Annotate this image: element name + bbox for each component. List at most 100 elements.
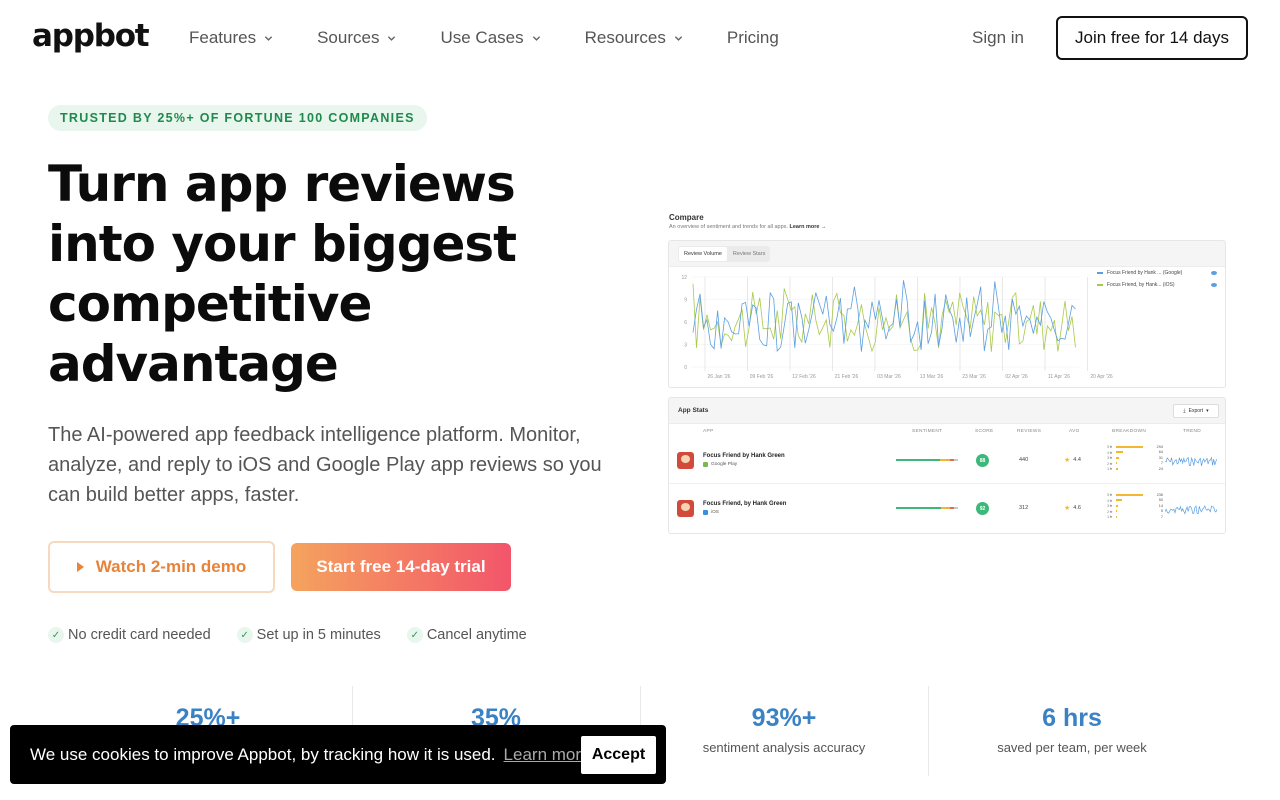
x-tick-label: 03 Mar '26 bbox=[877, 374, 901, 380]
learn-more-link[interactable]: Learn more → bbox=[789, 224, 826, 230]
col-sentiment[interactable]: SENTIMENT bbox=[912, 429, 942, 434]
eye-icon[interactable] bbox=[1211, 271, 1217, 275]
breakdown-bar bbox=[1116, 445, 1143, 448]
dashboard-preview: Compare An overview of sentiment and tre… bbox=[668, 210, 1228, 540]
y-tick-label: 3 bbox=[684, 343, 687, 349]
benefit-label: Set up in 5 minutes bbox=[256, 627, 381, 643]
app-avatar bbox=[677, 500, 694, 517]
stat-item: 6 hrs saved per team, per week bbox=[928, 686, 1216, 776]
breakdown-bar bbox=[1116, 493, 1143, 496]
eye-icon[interactable] bbox=[1211, 283, 1217, 287]
col-reviews[interactable]: REVIEWS bbox=[1017, 429, 1041, 434]
avg-value: 4.6 bbox=[1073, 505, 1081, 511]
legend-label: Focus Friend by Hank ... (Google) bbox=[1107, 270, 1183, 276]
breakdown-star-label: 5★ bbox=[1107, 493, 1113, 498]
breakdown-count: 236 bbox=[1156, 492, 1163, 497]
breakdown-count: 50 bbox=[1158, 498, 1163, 503]
sparkline-path bbox=[1165, 456, 1217, 467]
nav-item-label: Resources bbox=[584, 28, 666, 47]
stat-label: sentiment analysis accuracy bbox=[702, 740, 866, 755]
nav-item-label: Use Cases bbox=[440, 28, 524, 47]
benefit-item: ✓ Cancel anytime bbox=[406, 627, 527, 643]
nav-item-pricing[interactable]: Pricing bbox=[727, 28, 779, 48]
y-tick-label: 9 bbox=[684, 298, 687, 304]
breakdown-bar bbox=[1116, 504, 1118, 507]
compare-subtitle: An overview of sentiment and trends for … bbox=[669, 224, 826, 230]
chevron-down-icon bbox=[264, 35, 273, 41]
sign-in-link[interactable]: Sign in bbox=[972, 28, 1024, 48]
benefit-label: Cancel anytime bbox=[426, 627, 527, 643]
appbot-logo[interactable]: appbot bbox=[32, 18, 150, 54]
stat-label: saved per team, per week bbox=[997, 740, 1147, 755]
breakdown-count: 294 bbox=[1156, 444, 1163, 449]
sentiment-bar bbox=[896, 459, 958, 461]
app-store: iOS bbox=[703, 510, 719, 515]
x-tick-label: 26 Jan '26 bbox=[708, 374, 731, 380]
trend-sparkline bbox=[1165, 505, 1217, 515]
x-tick-label: 13 Mar '26 bbox=[920, 374, 944, 380]
trend-sparkline bbox=[1165, 456, 1217, 467]
breakdown-star-label: 4★ bbox=[1107, 498, 1113, 503]
join-free-button[interactable]: Join free for 14 days bbox=[1056, 16, 1248, 60]
stat-number: 93%+ bbox=[751, 704, 817, 732]
breakdown-star-label: 3★ bbox=[1107, 456, 1113, 461]
legend-item-google[interactable]: Focus Friend by Hank ... (Google) bbox=[1097, 267, 1217, 279]
x-tick-label: 20 Apr '26 bbox=[1090, 374, 1113, 380]
col-score[interactable]: SCORE bbox=[975, 429, 994, 434]
cookie-learn-more-link[interactable]: Learn more bbox=[504, 745, 591, 765]
col-breakdown[interactable]: BREAKDOWN bbox=[1112, 429, 1146, 434]
breakdown-count: 7 bbox=[1160, 461, 1163, 466]
check-icon: ✓ bbox=[236, 627, 253, 643]
nav-item-sources[interactable]: Sources bbox=[317, 28, 396, 48]
col-trend[interactable]: TREND bbox=[1183, 429, 1201, 434]
y-tick-label: 12 bbox=[681, 275, 687, 281]
stat-item: 93%+ sentiment analysis accuracy bbox=[640, 686, 928, 776]
breakdown-row: 1★ 7 bbox=[1107, 514, 1163, 520]
breakdown-bar bbox=[1116, 456, 1120, 459]
legend-item-ios[interactable]: Focus Friend, by Hank... (iOS) bbox=[1097, 279, 1217, 291]
breakdown-count: 31 bbox=[1158, 455, 1163, 460]
x-tick-label: 09 Feb '26 bbox=[750, 374, 774, 380]
app-stats-card: App Stats ⤓ Export ▾ APP SENTIMENT SCORE… bbox=[668, 397, 1226, 534]
breakdown-bar bbox=[1116, 510, 1117, 513]
review-count: 312 bbox=[1019, 505, 1029, 511]
breakdown-star-label: 2★ bbox=[1107, 461, 1113, 466]
x-tick-label: 11 Apr '26 bbox=[1048, 374, 1070, 380]
nav-item-use-cases[interactable]: Use Cases bbox=[440, 28, 540, 48]
app-row[interactable]: Focus Friend by Hank Green Google Play 8… bbox=[669, 438, 1225, 484]
legend-label: Focus Friend, by Hank... (iOS) bbox=[1107, 282, 1175, 288]
demo-button-label: Watch 2-min demo bbox=[95, 557, 247, 576]
nav-item-label: Features bbox=[189, 28, 257, 47]
cookie-text: We use cookies to improve Appbot, by tra… bbox=[30, 744, 496, 764]
sentiment-bar bbox=[896, 507, 958, 509]
rating-breakdown: 5★ 236 4★ 50 3★ 14 2★ 5 1★ 7 bbox=[1107, 492, 1163, 520]
nav-item-features[interactable]: Features bbox=[189, 28, 273, 48]
y-tick-label: 0 bbox=[684, 365, 687, 371]
x-tick-label: 12 Feb '26 bbox=[792, 374, 816, 380]
tab-review-stars[interactable]: Review Stars bbox=[728, 246, 770, 262]
nav-item-label: Sources bbox=[317, 28, 380, 47]
hero-subtext: The AI-powered app feedback intelligence… bbox=[48, 424, 602, 506]
avg-rating: ★ 4.4 bbox=[1064, 456, 1081, 464]
benefit-label: No credit card needed bbox=[68, 627, 211, 643]
watch-demo-button[interactable]: Watch 2-min demo bbox=[48, 541, 275, 593]
app-stats-title: App Stats bbox=[678, 407, 709, 414]
col-avg[interactable]: AVG bbox=[1069, 429, 1080, 434]
store-label: iOS bbox=[711, 510, 719, 515]
ios-app-store-icon bbox=[703, 510, 708, 515]
avg-value: 4.4 bbox=[1073, 457, 1081, 463]
trusted-badge: TRUSTED BY 25%+ OF FORTUNE 100 COMPANIES bbox=[48, 105, 427, 131]
app-row[interactable]: Focus Friend, by Hank Green iOS 92 312 ★… bbox=[669, 486, 1225, 532]
breakdown-bar bbox=[1116, 515, 1117, 518]
cookie-accept-button[interactable]: Accept bbox=[581, 736, 656, 774]
nav-item-resources[interactable]: Resources bbox=[585, 28, 683, 48]
start-trial-button[interactable]: Start free 14-day trial bbox=[291, 543, 511, 591]
col-app[interactable]: APP bbox=[703, 429, 714, 434]
tab-review-volume[interactable]: Review Volume bbox=[679, 247, 727, 261]
export-label: Export bbox=[1188, 408, 1204, 414]
score-badge: 92 bbox=[976, 502, 989, 515]
export-button[interactable]: ⤓ Export ▾ bbox=[1173, 404, 1219, 418]
chart-tabs: Review Volume Review Stars bbox=[678, 246, 771, 262]
app-avatar bbox=[677, 452, 694, 469]
sparkline-path bbox=[1165, 505, 1217, 515]
